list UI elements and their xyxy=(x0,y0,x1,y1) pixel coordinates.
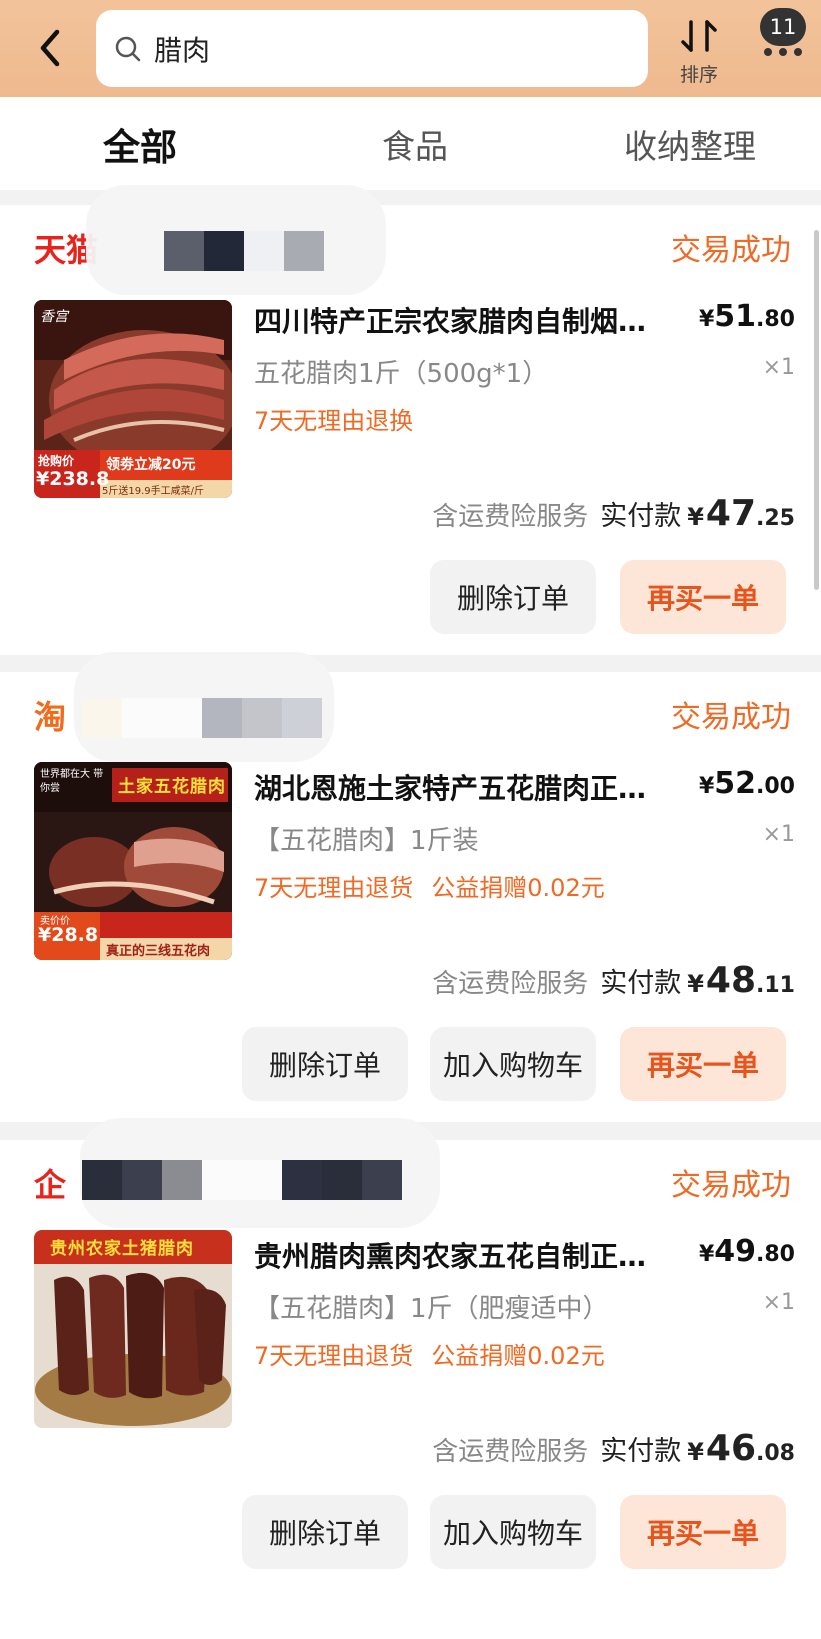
shop-name-mosaic xyxy=(164,231,324,271)
delete-order-button[interactable]: 删除订单 xyxy=(242,1027,408,1101)
thumb-promo: 领劵立减20元 xyxy=(106,457,196,473)
thumb-bottom-text: 真正的三线五花肉 xyxy=(106,944,211,959)
shop-name-mosaic xyxy=(82,698,322,738)
order-status: 交易成功 xyxy=(671,1168,791,1203)
more-button[interactable]: 11 xyxy=(752,8,812,62)
tag-return: 7天无理由退换 xyxy=(254,407,414,435)
thumb-banner: 贵州农家土猪腊肉 xyxy=(50,1239,194,1259)
add-to-cart-button[interactable]: 加入购物车 xyxy=(430,1027,596,1101)
thumb-banner: 土家五花腊肉 xyxy=(118,777,226,797)
sort-icon xyxy=(681,20,717,52)
order-status: 交易成功 xyxy=(671,233,791,268)
paid-amount-label: 实付款 xyxy=(600,1436,682,1467)
tab-food[interactable]: 食品 xyxy=(350,97,480,190)
service-tags: 7天无理由退换 xyxy=(254,401,413,436)
paid-amount: 48 xyxy=(705,960,757,1001)
scrollbar[interactable] xyxy=(814,230,819,590)
sort-label: 排序 xyxy=(679,64,718,86)
quantity: ×1 xyxy=(762,1290,795,1315)
order-status: 交易成功 xyxy=(671,700,791,735)
product-title[interactable]: 贵州腊肉熏肉农家五花自制正… xyxy=(254,1235,674,1275)
shop-logo: 淘 xyxy=(34,698,67,736)
thumb-brand-mark: 香宫 xyxy=(40,309,68,325)
buy-again-button[interactable]: 再买一单 xyxy=(620,560,786,634)
service-tags: 7天无理由退货 公益捐赠0.02元 xyxy=(254,1336,605,1371)
shop-logo: 企 xyxy=(34,1166,67,1204)
search-input[interactable] xyxy=(152,31,592,66)
delete-order-button[interactable]: 删除订单 xyxy=(242,1495,408,1569)
unit-price: ¥52.00 xyxy=(698,766,795,801)
shipping-insurance-label: 含运费险服务 xyxy=(432,502,589,532)
buy-again-button[interactable]: 再买一单 xyxy=(620,1495,786,1569)
back-arrow-icon xyxy=(40,29,60,67)
product-title[interactable]: 四川特产正宗农家腊肉自制烟… xyxy=(254,300,674,340)
unit-price: ¥51.80 xyxy=(698,299,795,334)
thumb-badge-price: ¥238.8 xyxy=(36,468,110,490)
back-button[interactable] xyxy=(30,24,70,72)
category-tabs: 全部 食品 收纳整理 xyxy=(0,97,821,190)
shipping-insurance-label: 含运费险服务 xyxy=(432,969,589,999)
search-bar[interactable] xyxy=(96,10,648,87)
shop-name-mosaic xyxy=(82,1160,402,1200)
paid-amount-label: 实付款 xyxy=(600,968,682,999)
thumb-badge-label: 抢购价 xyxy=(38,454,75,468)
product-spec: 【五花腊肉】1斤装 xyxy=(254,826,479,856)
paid-amount-label: 实付款 xyxy=(600,501,682,532)
shop-header[interactable]: 企 交易成功 xyxy=(0,1118,821,1228)
sort-button[interactable]: 排序 xyxy=(664,12,734,87)
top-bar: 排序 11 xyxy=(0,0,821,97)
order-card[interactable]: 企 交易成功 贵州农家土猪腊肉 贵州腊肉熏肉农家五花自制正… ¥49.80 【五… xyxy=(0,1118,821,1639)
notification-badge: 11 xyxy=(760,8,806,46)
product-spec: 【五花腊肉】1斤（肥瘦适中） xyxy=(254,1294,609,1324)
shipping-insurance-label: 含运费险服务 xyxy=(432,1437,589,1467)
unit-price: ¥49.80 xyxy=(698,1234,795,1269)
payment-summary: 含运费险服务 实付款 ¥47.25 xyxy=(432,493,795,534)
shop-header[interactable]: 淘 交易成功 xyxy=(0,652,821,762)
thumb-side-text: 世界都在大 带你尝 xyxy=(40,769,104,794)
product-thumbnail[interactable]: 土家五花腊肉 世界都在大 带你尝 卖价价 ¥28.8 真正的三线五花肉 xyxy=(34,762,232,960)
tag-charity: 公益捐赠0.02元 xyxy=(431,874,605,902)
delete-order-button[interactable]: 删除订单 xyxy=(430,560,596,634)
product-title[interactable]: 湖北恩施土家特产五花腊肉正… xyxy=(254,767,674,807)
payment-summary: 含运费险服务 实付款 ¥46.08 xyxy=(432,1428,795,1469)
buy-again-button[interactable]: 再买一单 xyxy=(620,1027,786,1101)
thumb-badge-price: ¥28.8 xyxy=(38,924,99,946)
add-to-cart-button[interactable]: 加入购物车 xyxy=(430,1495,596,1569)
more-dots-icon xyxy=(764,48,802,56)
quantity: ×1 xyxy=(762,822,795,847)
product-thumbnail[interactable]: 贵州农家土猪腊肉 xyxy=(34,1230,232,1428)
order-card[interactable]: 淘 交易成功 土家五花腊肉 世界都在大 带你尝 卖价价 ¥28.8 真正的三线五… xyxy=(0,652,821,1122)
shop-header[interactable]: 天猫 交易成功 xyxy=(0,185,821,295)
tag-charity: 公益捐赠0.02元 xyxy=(431,1342,605,1370)
service-tags: 7天无理由退货 公益捐赠0.02元 xyxy=(254,868,605,903)
product-spec: 五花腊肉1斤（500g*1） xyxy=(254,359,549,389)
search-icon xyxy=(114,34,144,64)
tag-return: 7天无理由退货 xyxy=(254,1342,414,1370)
tag-return: 7天无理由退货 xyxy=(254,874,414,902)
product-thumbnail[interactable]: 抢购价 ¥238.8 领劵立减20元 5斤送19.9手工咸菜/斤 香宫 xyxy=(34,300,232,498)
tab-all[interactable]: 全部 xyxy=(60,97,220,190)
tab-storage[interactable]: 收纳整理 xyxy=(600,97,780,190)
thumb-promo-sub: 5斤送19.9手工咸菜/斤 xyxy=(102,486,204,497)
paid-amount: 47 xyxy=(705,493,757,534)
order-card[interactable]: 天猫 交易成功 抢购价 ¥238.8 领劵立减20元 5斤送19.9手工咸菜/斤… xyxy=(0,185,821,655)
payment-summary: 含运费险服务 实付款 ¥48.11 xyxy=(432,960,795,1001)
quantity: ×1 xyxy=(762,355,795,380)
paid-amount: 46 xyxy=(705,1428,757,1469)
